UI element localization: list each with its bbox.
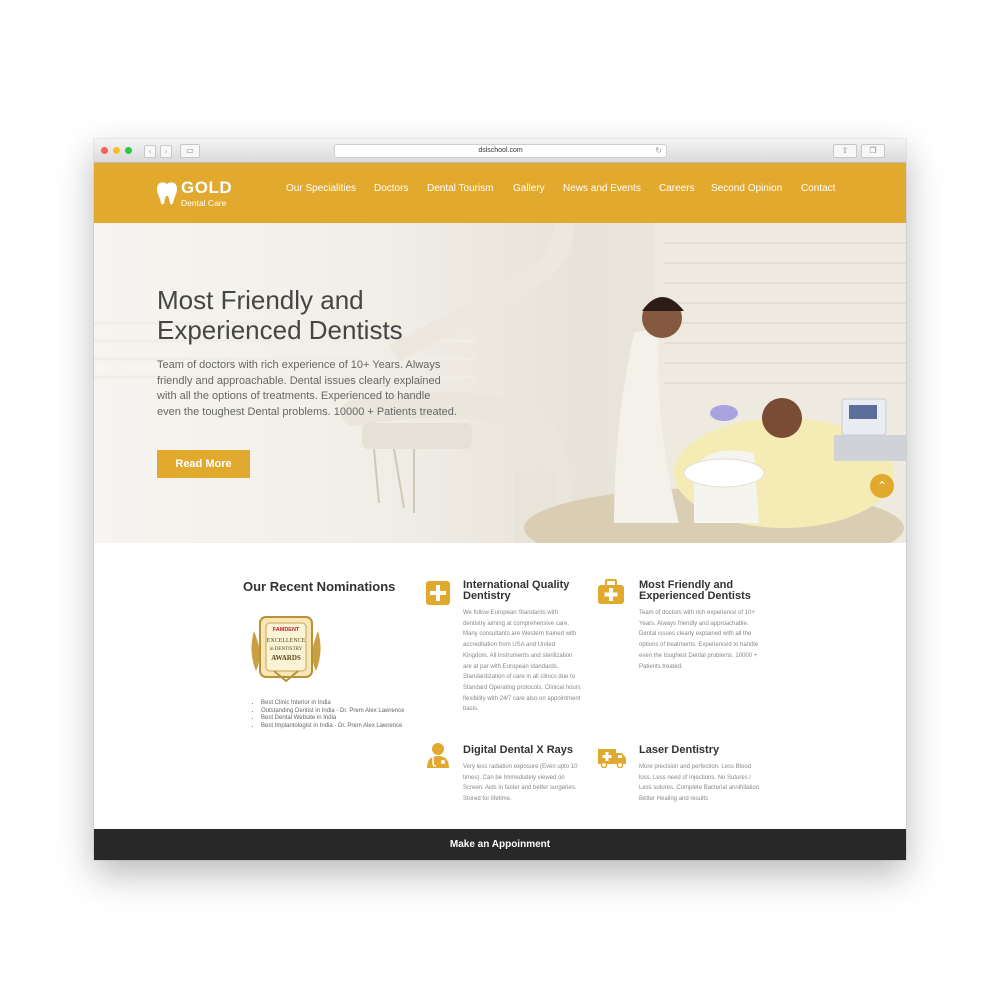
plus-box-icon (426, 581, 450, 605)
maximize-window-button[interactable] (125, 147, 132, 154)
forward-arrow-icon[interactable]: › (160, 145, 172, 158)
feature-text-friendly-dentists: Team of doctors with rich experience of … (639, 610, 759, 670)
badge-brand: FAMDENT (273, 627, 300, 633)
sidebar-toggle-icon[interactable]: ▭ (180, 144, 200, 158)
scroll-to-top-button[interactable]: ⌃ (870, 474, 894, 498)
hero-title-line-2: Experienced Dentists (157, 315, 403, 345)
award-badge: FAMDENT EXCELLENCE in DENTISTRY AWARDS (251, 616, 321, 683)
feature-text-international-quality: We follow European Standards with dentis… (463, 610, 581, 713)
feature-title-international-quality: International Quality Dentistry (463, 580, 569, 602)
list-item: Outstanding Dentist in India - Dr. Prem … (261, 708, 421, 716)
nav-dental-tourism[interactable]: Dental Tourism (427, 183, 494, 194)
feature-title-line-2: Experienced Dentists (639, 590, 751, 602)
nav-our-specialities[interactable]: Our Specialities (286, 183, 356, 194)
feature-title-digital-xrays: Digital Dental X Rays (463, 744, 574, 756)
hero-title: Most Friendly and Experienced Dentists (157, 285, 457, 345)
nav-doctors[interactable]: Doctors (374, 183, 408, 194)
brand-name: GOLD (181, 178, 233, 197)
browser-window: ‹ › ▭ dslschool.com ↻ ⇧ ❐ GOLD Dental Ca… (94, 139, 906, 860)
list-item: Best Clinic Interior in India (261, 700, 421, 708)
feature-title-friendly-dentists: Most Friendly and Experienced Dentists (639, 580, 751, 602)
site-header: GOLD Dental Care Our Specialities Doctor… (94, 163, 906, 223)
nominations-list: Best Clinic Interior in India Outstandin… (248, 700, 421, 730)
nominations-title: Our Recent Nominations (243, 579, 396, 594)
share-icon[interactable]: ⇧ (833, 144, 857, 158)
tabs-overview-icon[interactable]: ❐ (861, 144, 885, 158)
nav-contact[interactable]: Contact (801, 183, 835, 194)
nav-careers[interactable]: Careers (659, 183, 695, 194)
list-item: Best Implantologist in India - Dr. Prem … (261, 723, 421, 731)
badge-line-3: AWARDS (271, 654, 301, 662)
nav-second-opinion[interactable]: Second Opinion (711, 183, 782, 194)
address-bar[interactable]: dslschool.com ↻ (334, 144, 667, 158)
feature-text-digital-xrays: Very less radiation exposure (Even upto … (463, 764, 578, 803)
list-item: Best Dental Website in India (261, 715, 421, 723)
nav-news-and-events[interactable]: News and Events (563, 183, 641, 194)
close-window-button[interactable] (101, 147, 108, 154)
hero-title-line-1: Most Friendly and (157, 285, 364, 315)
brand-tagline: Dental Care (181, 198, 227, 208)
reload-icon[interactable]: ↻ (655, 145, 662, 157)
hero-description: Team of doctors with rich experience of … (157, 359, 457, 418)
feature-text-laser-dentistry: More precision and perfection. Less Bloo… (639, 764, 761, 803)
minimize-window-button[interactable] (113, 147, 120, 154)
first-aid-kit-icon (598, 579, 624, 604)
back-arrow-icon[interactable]: ‹ (144, 145, 156, 158)
url-text: dslschool.com (478, 147, 523, 154)
make-appointment-bar[interactable]: Make an Appoinment (94, 829, 906, 860)
doctor-icon (427, 743, 449, 768)
chevron-up-icon: ⌃ (876, 479, 888, 493)
hero-banner: Most Friendly and Experienced Dentists T… (94, 223, 906, 543)
browser-toolbar: ‹ › ▭ dslschool.com ↻ ⇧ ❐ (94, 139, 906, 163)
read-more-button[interactable]: Read More (157, 450, 250, 478)
feature-title-laser-dentistry: Laser Dentistry (639, 744, 720, 756)
badge-line-2: in DENTISTRY (270, 647, 303, 652)
nav-gallery[interactable]: Gallery (513, 183, 545, 194)
ambulance-icon (598, 749, 626, 768)
badge-line-1: EXCELLENCE (267, 638, 306, 644)
tooth-icon (157, 182, 177, 205)
feature-title-line-2: Dentistry (463, 590, 511, 602)
